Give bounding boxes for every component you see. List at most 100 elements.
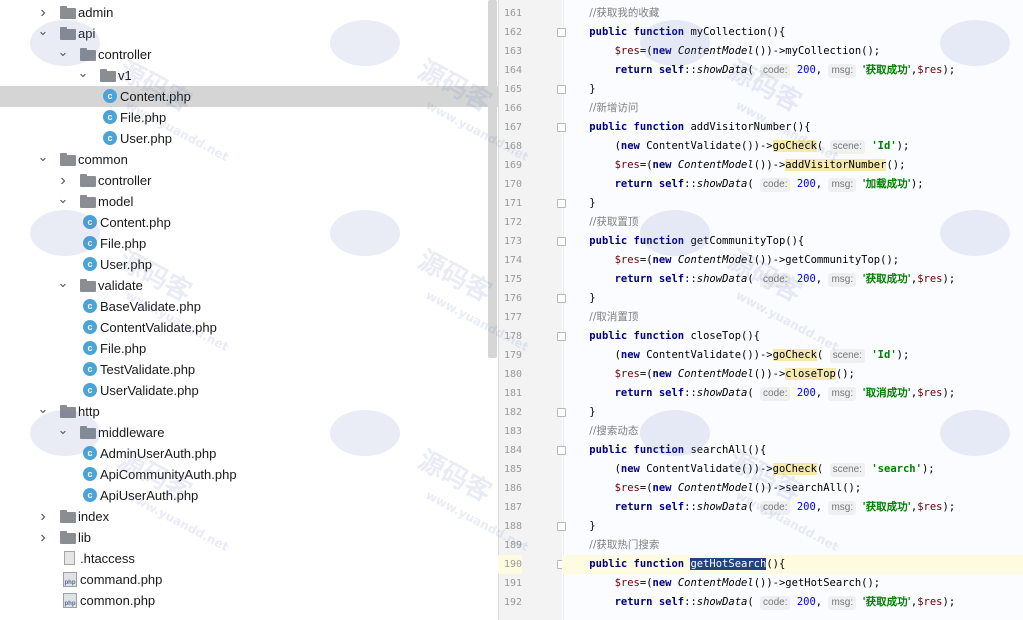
chevron-down-icon[interactable]: ⌄	[36, 23, 50, 44]
tree-item[interactable]: c User.php	[0, 254, 498, 275]
tree-item-label: TestValidate.php	[100, 362, 196, 377]
chevron-down-icon[interactable]: ⌄	[36, 149, 50, 170]
chevron-down-icon[interactable]: ⌄	[36, 401, 50, 422]
code-line[interactable]: public function closeTop(){	[562, 327, 1023, 346]
tree-item[interactable]: php command.php	[0, 569, 498, 590]
tree-scrollbar[interactable]	[488, 0, 497, 358]
tree-item[interactable]: c AdminUserAuth.php	[0, 443, 498, 464]
code-line[interactable]: public function myCollection(){	[562, 23, 1023, 42]
tree-item[interactable]: ⌄ http	[0, 401, 498, 422]
tree-item[interactable]: c Content.php	[0, 212, 498, 233]
code-line[interactable]: //获取我的收藏	[562, 4, 1023, 23]
code-line[interactable]: //新增访问	[562, 99, 1023, 118]
chevron-right-icon[interactable]: ›	[36, 506, 50, 527]
code-line[interactable]: $res=(new ContentModel())->getCommunityT…	[562, 251, 1023, 270]
tree-item[interactable]: › admin	[0, 2, 498, 23]
code-line[interactable]: }	[562, 403, 1023, 422]
tree-item-label: model	[98, 194, 134, 209]
tree-item[interactable]: › lib	[0, 527, 498, 548]
tree-item[interactable]: c File.php	[0, 107, 498, 128]
code-token: ())->getCommunityTop();	[753, 254, 900, 266]
tree-item[interactable]: c TestValidate.php	[0, 359, 498, 380]
code-token: showData	[696, 501, 748, 513]
chevron-down-icon[interactable]: ⌄	[56, 44, 70, 65]
parameter-hint: scene:	[829, 349, 866, 363]
code-token: '加载成功'	[862, 178, 911, 190]
tree-item[interactable]: › index	[0, 506, 498, 527]
code-line[interactable]: //获取置顶	[562, 213, 1023, 232]
tree-item[interactable]: ⌄ model	[0, 191, 498, 212]
code-line[interactable]: $res=(new ContentModel())->getHotSearch(…	[562, 574, 1023, 593]
code-token: 200	[796, 501, 816, 513]
code-token: );	[942, 387, 956, 399]
code-line[interactable]: public function getHotSearch(){	[562, 555, 1023, 574]
php-class-icon: c	[82, 383, 98, 398]
code-token: }	[564, 292, 596, 304]
code-line[interactable]: return self::showData( code: 200, msg: '…	[562, 270, 1023, 289]
code-token: ,	[815, 273, 829, 285]
code-line[interactable]: $res=(new ContentModel())->closeTop();	[562, 365, 1023, 384]
code-token: '获取成功'	[862, 596, 911, 608]
tree-item[interactable]: c BaseValidate.php	[0, 296, 498, 317]
tree-item[interactable]: ⌄ middleware	[0, 422, 498, 443]
folder-icon	[60, 530, 76, 545]
code-line[interactable]: public function getCommunityTop(){	[562, 232, 1023, 251]
tree-item[interactable]: c ApiUserAuth.php	[0, 485, 498, 506]
code-token: $res	[917, 64, 943, 76]
chevron-down-icon[interactable]: ⌄	[56, 422, 70, 443]
code-line[interactable]: (new ContentValidate())->goCheck( scene:…	[562, 137, 1023, 156]
chevron-down-icon[interactable]: ⌄	[56, 275, 70, 296]
chevron-right-icon[interactable]: ›	[56, 170, 70, 191]
tree-item[interactable]: › controller	[0, 170, 498, 191]
code-line[interactable]: return self::showData( code: 200, msg: '…	[562, 175, 1023, 194]
code-line[interactable]: return self::showData( code: 200, msg: '…	[562, 61, 1023, 80]
php-class-icon: c	[82, 446, 98, 461]
tree-item[interactable]: .htaccess	[0, 548, 498, 569]
tree-item[interactable]: c ApiCommunityAuth.php	[0, 464, 498, 485]
code-line[interactable]: return self::showData( code: 200, msg: '…	[562, 593, 1023, 612]
tree-item[interactable]: php common.php	[0, 590, 498, 611]
code-line[interactable]: return self::showData( code: 200, msg: '…	[562, 384, 1023, 403]
code-token: (	[747, 387, 761, 399]
code-line[interactable]: }	[562, 194, 1023, 213]
code-line[interactable]: $res=(new ContentModel())->myCollection(…	[562, 42, 1023, 61]
code-line[interactable]: public function addVisitorNumber(){	[562, 118, 1023, 137]
code-line[interactable]: }	[562, 80, 1023, 99]
chevron-right-icon[interactable]: ›	[36, 2, 50, 23]
code-token: showData	[696, 387, 748, 399]
chevron-down-icon[interactable]: ⌄	[56, 191, 70, 212]
chevron-right-icon[interactable]: ›	[36, 527, 50, 548]
code-line[interactable]: return self::showData( code: 200, msg: '…	[562, 498, 1023, 517]
tree-item-label: File.php	[120, 110, 167, 125]
code-token: ,	[815, 387, 829, 399]
tree-item[interactable]: c ContentValidate.php	[0, 317, 498, 338]
code-line[interactable]: //获取热门搜索	[562, 536, 1023, 555]
code-token: ContentModel	[677, 482, 754, 494]
code-line[interactable]: (new ContentValidate())->goCheck( scene:…	[562, 460, 1023, 479]
code-line[interactable]: public function searchAll(){	[562, 441, 1023, 460]
tree-item[interactable]: c File.php	[0, 233, 498, 254]
line-number: 178	[503, 331, 522, 342]
tree-item[interactable]: c File.php	[0, 338, 498, 359]
line-number: 168	[503, 141, 522, 152]
code-line[interactable]: //搜索动态	[562, 422, 1023, 441]
code-token: showData	[696, 273, 748, 285]
code-line[interactable]: $res=(new ContentModel())->searchAll();	[562, 479, 1023, 498]
tree-item[interactable]: ⌄ v1	[0, 65, 498, 86]
code-line[interactable]: $res=(new ContentModel())->addVisitorNum…	[562, 156, 1023, 175]
tree-item[interactable]: c User.php	[0, 128, 498, 149]
tree-item[interactable]: ⌄ api	[0, 23, 498, 44]
code-line[interactable]: }	[562, 517, 1023, 536]
code-line[interactable]: //取消置顶	[562, 308, 1023, 327]
code-line[interactable]: (new ContentValidate())->goCheck( scene:…	[562, 346, 1023, 365]
tree-item[interactable]: c Content.php	[0, 86, 498, 107]
code-line[interactable]: }	[562, 289, 1023, 308]
code-token: public function	[589, 444, 691, 456]
tree-item[interactable]: c UserValidate.php	[0, 380, 498, 401]
php-file-icon: php	[62, 572, 78, 587]
tree-item[interactable]: ⌄ common	[0, 149, 498, 170]
tree-item[interactable]: ⌄ validate	[0, 275, 498, 296]
chevron-down-icon[interactable]: ⌄	[76, 65, 90, 86]
tree-item[interactable]: ⌄ controller	[0, 44, 498, 65]
